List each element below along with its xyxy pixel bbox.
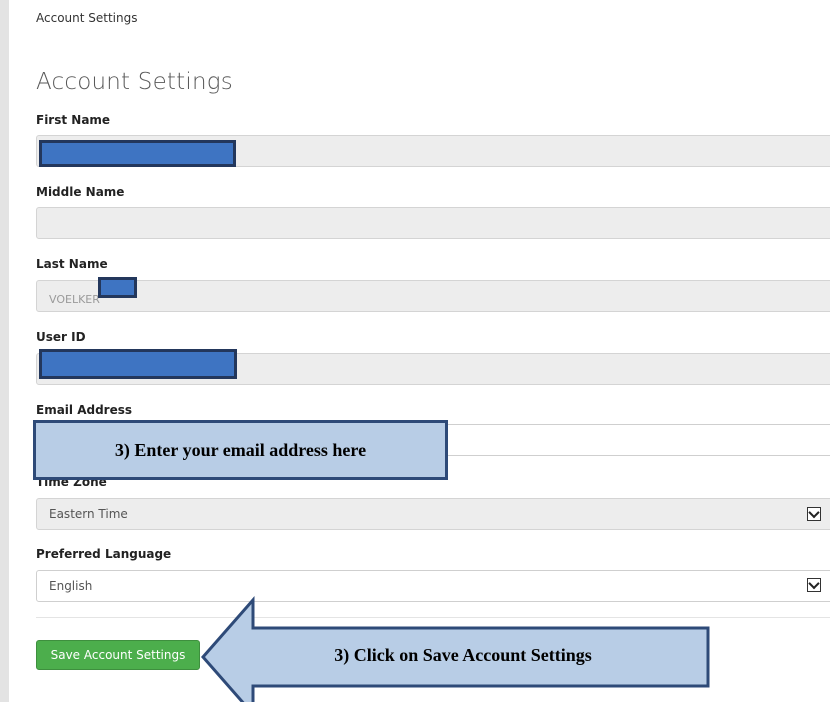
callout-arrow: 3) Click on Save Account Settings bbox=[201, 596, 710, 702]
save-callout-text: 3) Click on Save Account Settings bbox=[334, 645, 592, 666]
